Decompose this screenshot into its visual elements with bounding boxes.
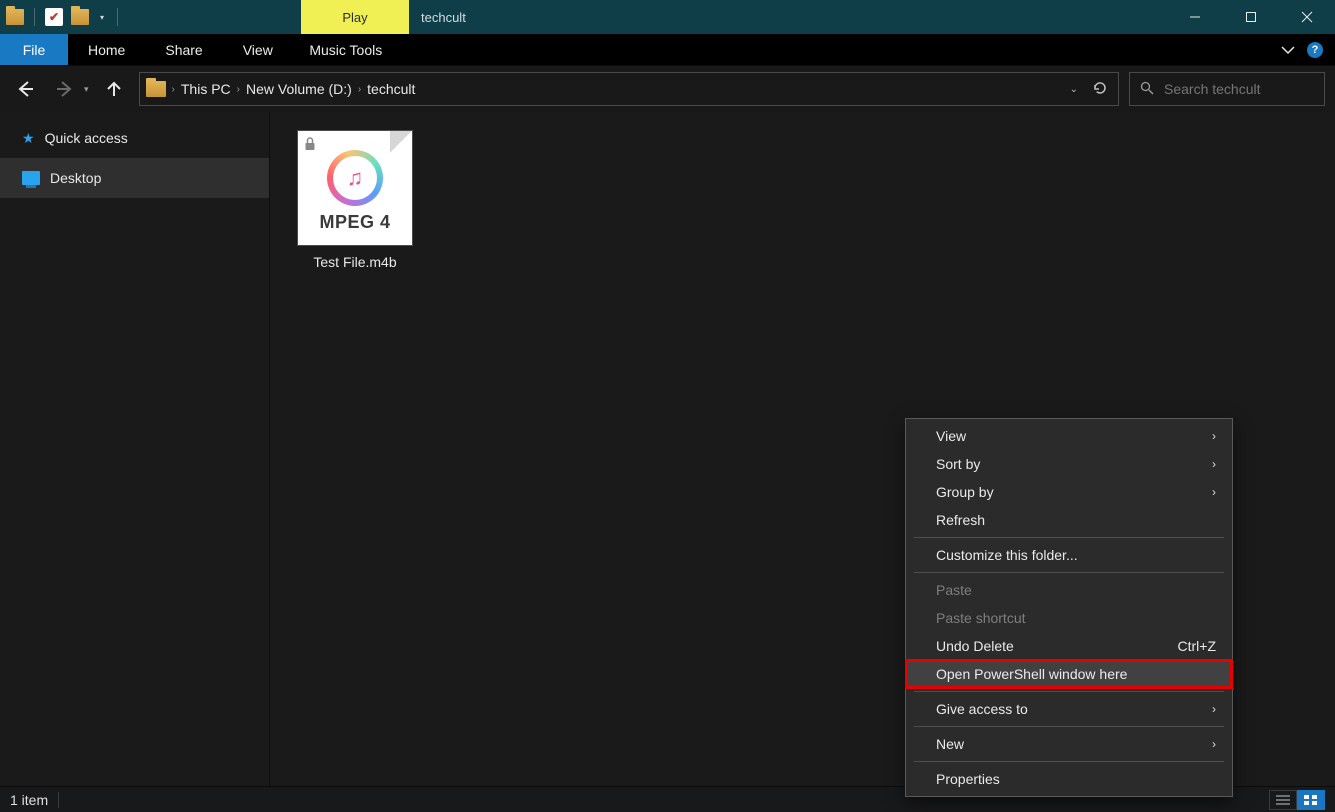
chevron-right-icon[interactable]: › (172, 84, 175, 95)
address-history-dropdown-icon[interactable]: ⌄ (1070, 84, 1078, 95)
window-title: techcult (409, 0, 466, 34)
sidebar-item-label: Desktop (50, 170, 101, 186)
context-menu-label: Refresh (936, 512, 985, 528)
chevron-right-icon[interactable]: › (358, 84, 361, 95)
itunes-icon: ♫ (327, 150, 383, 206)
chevron-right-icon: › (1212, 429, 1216, 443)
chevron-right-icon: › (1212, 457, 1216, 471)
recent-locations-dropdown[interactable]: ▾ (84, 84, 89, 95)
context-menu-view[interactable]: View › (906, 422, 1232, 450)
context-menu: View › Sort by › Group by › Refresh Cust… (905, 418, 1233, 797)
context-menu-separator (914, 726, 1224, 727)
context-menu-group-by[interactable]: Group by › (906, 478, 1232, 506)
folder-icon[interactable] (6, 9, 24, 25)
context-menu-undo-delete[interactable]: Undo Delete Ctrl+Z (906, 632, 1232, 660)
ribbon-tab-share[interactable]: Share (145, 34, 222, 65)
context-menu-give-access-to[interactable]: Give access to › (906, 695, 1232, 723)
sidebar-item-label: Quick access (45, 130, 128, 146)
context-menu-label: Give access to (936, 701, 1028, 717)
context-menu-open-powershell[interactable]: Open PowerShell window here (906, 660, 1232, 688)
chevron-right-icon[interactable]: › (237, 84, 240, 95)
qat-separator (34, 8, 35, 26)
quick-access-toolbar: ✔ ▾ (0, 0, 126, 34)
context-menu-refresh[interactable]: Refresh (906, 506, 1232, 534)
search-input[interactable] (1164, 81, 1335, 97)
star-icon: ★ (22, 130, 35, 147)
context-menu-label: Paste (936, 582, 972, 598)
properties-qat-icon[interactable]: ✔ (45, 8, 63, 26)
context-menu-label: Properties (936, 771, 1000, 787)
music-tools-context-tab[interactable]: Play (301, 0, 409, 34)
breadcrumb-volume[interactable]: New Volume (D:) (246, 81, 352, 97)
help-icon[interactable]: ? (1307, 42, 1323, 58)
context-menu-separator (914, 572, 1224, 573)
status-separator (58, 792, 59, 808)
ribbon-tab-music-tools[interactable]: Music Tools (292, 34, 400, 65)
ribbon-tab-view[interactable]: View (223, 34, 293, 65)
status-item-count: 1 item (10, 792, 48, 808)
window-controls (1167, 0, 1335, 34)
chevron-right-icon: › (1212, 485, 1216, 499)
context-menu-label: Customize this folder... (936, 547, 1078, 563)
navigation-pane: ★ Quick access Desktop (0, 112, 270, 786)
maximize-button[interactable] (1223, 0, 1279, 34)
breadcrumb-folder[interactable]: techcult (367, 81, 415, 97)
mpeg-label: MPEG 4 (319, 212, 390, 233)
search-box[interactable] (1129, 72, 1325, 106)
context-menu-label: Undo Delete (936, 638, 1014, 654)
context-menu-label: Sort by (936, 456, 980, 472)
context-menu-properties[interactable]: Properties (906, 765, 1232, 793)
search-icon (1140, 81, 1154, 98)
address-bar[interactable]: › This PC › New Volume (D:) › techcult ⌄ (139, 72, 1119, 106)
breadcrumb-this-pc[interactable]: This PC (181, 81, 231, 97)
titlebar: ✔ ▾ Play techcult (0, 0, 1335, 34)
context-menu-paste: Paste (906, 576, 1232, 604)
context-menu-sort-by[interactable]: Sort by › (906, 450, 1232, 478)
chevron-right-icon: › (1212, 737, 1216, 751)
qat-separator (117, 8, 118, 26)
context-menu-label: Paste shortcut (936, 610, 1026, 626)
chevron-right-icon: › (1212, 702, 1216, 716)
context-menu-label: Open PowerShell window here (936, 666, 1127, 682)
qat-dropdown-icon[interactable]: ▾ (97, 13, 107, 22)
lock-icon (304, 137, 316, 151)
large-icons-view-button[interactable] (1297, 790, 1325, 810)
context-menu-separator (914, 691, 1224, 692)
file-list-pane[interactable]: ♫ MPEG 4 Test File.m4b View › Sort by › … (270, 112, 1335, 786)
sidebar-item-quick-access[interactable]: ★ Quick access (0, 118, 269, 158)
back-button[interactable] (10, 74, 40, 104)
minimize-button[interactable] (1167, 0, 1223, 34)
file-name: Test File.m4b (292, 254, 418, 270)
keyboard-shortcut: Ctrl+Z (1178, 638, 1217, 654)
context-menu-label: View (936, 428, 966, 444)
up-button[interactable] (99, 74, 129, 104)
context-menu-customize-folder[interactable]: Customize this folder... (906, 541, 1232, 569)
context-menu-paste-shortcut: Paste shortcut (906, 604, 1232, 632)
context-menu-label: New (936, 736, 964, 752)
context-menu-separator (914, 761, 1224, 762)
folder-icon (146, 81, 166, 97)
ribbon-tab-home[interactable]: Home (68, 34, 145, 65)
sidebar-item-desktop[interactable]: Desktop (0, 158, 269, 198)
explorer-body: ★ Quick access Desktop ♫ MPEG 4 (0, 112, 1335, 786)
close-button[interactable] (1279, 0, 1335, 34)
file-thumbnail: ♫ MPEG 4 (297, 130, 413, 246)
monitor-icon (22, 171, 40, 185)
new-folder-qat-icon[interactable] (71, 9, 89, 25)
context-menu-separator (914, 537, 1224, 538)
navigation-bar: ▾ › This PC › New Volume (D:) › techcult… (0, 66, 1335, 112)
page-fold-icon (390, 131, 412, 153)
context-menu-new[interactable]: New › (906, 730, 1232, 758)
context-menu-label: Group by (936, 484, 994, 500)
ribbon-tabs: File Home Share View Music Tools ? (0, 34, 1335, 66)
file-item[interactable]: ♫ MPEG 4 Test File.m4b (292, 130, 418, 270)
ribbon-collapse-chevron-icon[interactable] (1281, 42, 1295, 58)
details-view-button[interactable] (1269, 790, 1297, 810)
refresh-icon[interactable] (1092, 80, 1108, 99)
forward-button[interactable] (50, 74, 80, 104)
file-explorer-window: ✔ ▾ Play techcult File Home Share View M… (0, 0, 1335, 812)
file-menu[interactable]: File (0, 34, 68, 65)
